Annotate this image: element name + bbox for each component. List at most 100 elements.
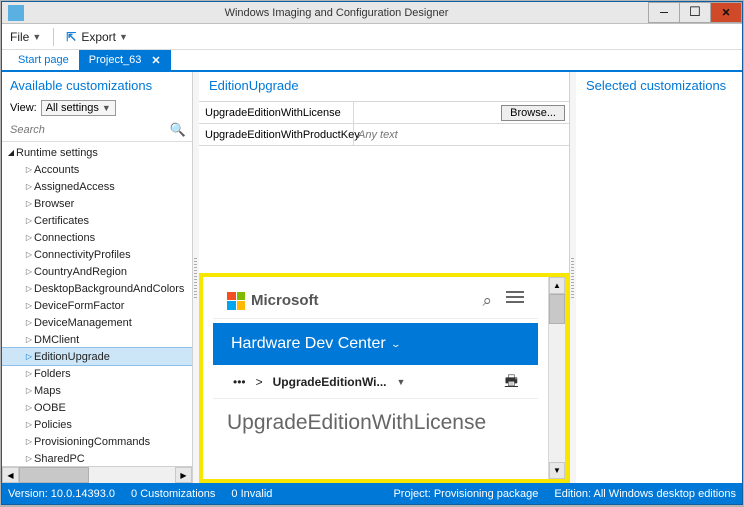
view-selector[interactable]: All settings▼ — [41, 100, 116, 116]
tree-item-folders[interactable]: ▷Folders — [2, 365, 192, 382]
export-menu[interactable]: ⇱Export▼ — [66, 30, 128, 44]
maximize-button[interactable]: ☐ — [679, 2, 711, 23]
hamburger-icon[interactable] — [506, 291, 524, 311]
tree-item-accounts[interactable]: ▷Accounts — [2, 161, 192, 178]
ellipsis-icon[interactable]: ••• — [233, 375, 246, 389]
tree-item-certificates[interactable]: ▷Certificates — [2, 212, 192, 229]
expand-icon[interactable]: ▷ — [24, 216, 34, 225]
tree-item-browser[interactable]: ▷Browser — [2, 195, 192, 212]
expand-icon[interactable]: ▷ — [24, 437, 34, 446]
tree-item-label: EditionUpgrade — [34, 351, 110, 363]
tree-item-label: CountryAndRegion — [34, 266, 127, 278]
tree-item-assignedaccess[interactable]: ▷AssignedAccess — [2, 178, 192, 195]
right-panel: Selected customizations — [576, 72, 742, 483]
tree-item-label: Browser — [34, 198, 74, 210]
expand-icon[interactable]: ▷ — [24, 250, 34, 259]
expand-icon[interactable]: ▷ — [24, 318, 34, 327]
tree-item-label: SharedPC — [34, 453, 85, 465]
ms-logo-icon — [227, 292, 245, 310]
status-invalid: 0 Invalid — [231, 488, 272, 500]
status-version: Version: 10.0.14393.0 — [8, 488, 115, 500]
expand-icon[interactable]: ▷ — [24, 182, 34, 191]
tab-bar: Start page Project_63✕ — [2, 50, 742, 72]
chevron-down-icon: ⌄ — [390, 339, 401, 350]
tree-item-editionupgrade[interactable]: ▷EditionUpgrade — [2, 348, 192, 365]
expand-icon[interactable]: ▷ — [24, 335, 34, 344]
scroll-right-button[interactable]: ▶ — [175, 467, 192, 483]
minimize-button[interactable]: — — [648, 2, 680, 23]
tree-item-label: Folders — [34, 368, 71, 380]
window-title: Windows Imaging and Configuration Design… — [24, 7, 649, 19]
tab-start-page[interactable]: Start page — [8, 50, 79, 70]
expand-icon[interactable]: ▷ — [24, 352, 34, 361]
tree-hscrollbar[interactable]: ◀ ▶ — [2, 466, 192, 483]
expand-icon[interactable]: ▷ — [24, 199, 34, 208]
scroll-up-button[interactable]: ▲ — [549, 277, 565, 294]
expand-icon[interactable]: ▷ — [24, 369, 34, 378]
tree-item-connectivityprofiles[interactable]: ▷ConnectivityProfiles — [2, 246, 192, 263]
doc-site-header[interactable]: Hardware Dev Center⌄ — [213, 323, 538, 365]
expand-icon[interactable]: ▷ — [24, 403, 34, 412]
app-icon — [8, 5, 24, 21]
expand-icon[interactable]: ▷ — [24, 301, 34, 310]
tree-item-devicemanagement[interactable]: ▷DeviceManagement — [2, 314, 192, 331]
search-icon[interactable]: 🔍 — [170, 122, 186, 138]
tree-item-label: Maps — [34, 385, 61, 397]
prop-label: UpgradeEditionWithLicense — [199, 102, 354, 123]
search-input[interactable] — [8, 122, 170, 138]
tree-root[interactable]: ◢Runtime settings — [2, 144, 192, 161]
tree-item-desktopbackgroundandcolors[interactable]: ▷DesktopBackgroundAndColors — [2, 280, 192, 297]
tree-item-connections[interactable]: ▷Connections — [2, 229, 192, 246]
view-label: View: — [10, 102, 37, 114]
microsoft-logo[interactable]: Microsoft — [227, 292, 319, 310]
doc-vscrollbar[interactable]: ▲ ▼ — [548, 277, 565, 479]
scroll-left-button[interactable]: ◀ — [2, 467, 19, 483]
tree-item-label: DesktopBackgroundAndColors — [34, 283, 184, 295]
splitter-right[interactable] — [570, 72, 576, 483]
product-key-input[interactable] — [358, 129, 565, 141]
prop-label: UpgradeEditionWithProductKey — [199, 124, 354, 145]
tree-item-label: DeviceFormFactor — [34, 300, 124, 312]
expand-icon[interactable]: ▷ — [24, 267, 34, 276]
tree-item-label: AssignedAccess — [34, 181, 115, 193]
tree-item-deviceformfactor[interactable]: ▷DeviceFormFactor — [2, 297, 192, 314]
tree-item-sharedpc[interactable]: ▷SharedPC — [2, 450, 192, 466]
tree-item-countryandregion[interactable]: ▷CountryAndRegion — [2, 263, 192, 280]
tree-item-label: ProvisioningCommands — [34, 436, 150, 448]
settings-tree[interactable]: ◢Runtime settings ▷Accounts▷AssignedAcce… — [2, 142, 192, 466]
scroll-down-button[interactable]: ▼ — [549, 462, 565, 479]
tree-item-policies[interactable]: ▷Policies — [2, 416, 192, 433]
file-menu[interactable]: File▼ — [10, 30, 41, 44]
doc-search-icon[interactable]: ⌕ — [482, 291, 492, 311]
left-panel: Available customizations View: All setti… — [2, 72, 193, 483]
tree-item-oobe[interactable]: ▷OOBE — [2, 399, 192, 416]
menu-bar: File▼ ⇱Export▼ — [2, 24, 742, 50]
prop-row-license: UpgradeEditionWithLicense Browse... — [199, 102, 569, 124]
tab-close-icon[interactable]: ✕ — [151, 54, 160, 67]
expand-icon[interactable]: ▷ — [24, 454, 34, 463]
chevron-down-icon[interactable]: ▼ — [397, 377, 406, 387]
doc-preview-panel: Microsoft ⌕ Hardware Dev Center⌄ ••• > U… — [199, 273, 569, 483]
expand-icon[interactable]: ▷ — [24, 233, 34, 242]
tree-item-provisioningcommands[interactable]: ▷ProvisioningCommands — [2, 433, 192, 450]
scroll-thumb[interactable] — [19, 467, 89, 483]
tree-item-label: ConnectivityProfiles — [34, 249, 131, 261]
print-icon[interactable]: 🖶 — [505, 370, 518, 394]
scroll-thumb[interactable] — [549, 294, 565, 324]
available-customizations-header: Available customizations — [2, 72, 192, 97]
export-icon: ⇱ — [66, 30, 76, 44]
tree-item-label: Policies — [34, 419, 72, 431]
expand-icon[interactable]: ▷ — [24, 165, 34, 174]
tab-project[interactable]: Project_63✕ — [79, 50, 171, 70]
close-button[interactable]: ✕ — [710, 2, 742, 23]
expand-icon[interactable]: ▷ — [24, 284, 34, 293]
breadcrumb[interactable]: ••• > UpgradeEditionWi... ▼ — [233, 375, 405, 389]
tree-item-dmclient[interactable]: ▷DMClient — [2, 331, 192, 348]
expand-icon[interactable]: ▷ — [24, 420, 34, 429]
expand-icon[interactable]: ▷ — [24, 386, 34, 395]
tree-item-maps[interactable]: ▷Maps — [2, 382, 192, 399]
tree-item-label: Connections — [34, 232, 95, 244]
browse-button[interactable]: Browse... — [501, 105, 565, 121]
edition-upgrade-header: EditionUpgrade — [199, 72, 569, 101]
status-edition: Edition: All Windows desktop editions — [554, 488, 736, 500]
